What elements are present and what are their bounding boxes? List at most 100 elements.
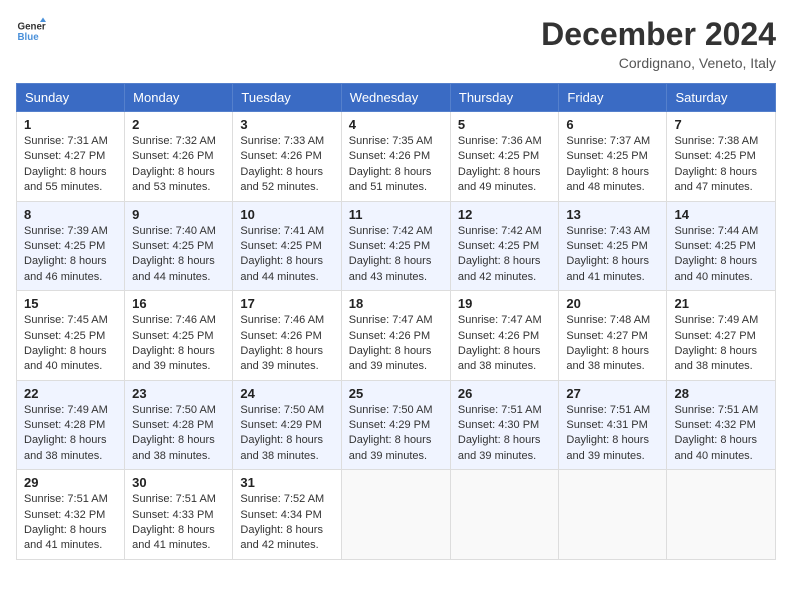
day-number: 24 (240, 386, 333, 401)
calendar-header-sunday: Sunday (17, 84, 125, 112)
calendar-cell: 27 Sunrise: 7:51 AMSunset: 4:31 PMDaylig… (559, 380, 667, 470)
day-info: Sunrise: 7:38 AMSunset: 4:25 PMDaylight:… (674, 134, 768, 196)
day-info: Sunrise: 7:39 AMSunset: 4:25 PMDaylight:… (24, 224, 117, 286)
day-info: Sunrise: 7:47 AMSunset: 4:26 PMDaylight:… (458, 313, 552, 375)
calendar-cell: 22 Sunrise: 7:49 AMSunset: 4:28 PMDaylig… (17, 380, 125, 470)
day-info: Sunrise: 7:49 AMSunset: 4:27 PMDaylight:… (674, 313, 768, 375)
day-info: Sunrise: 7:36 AMSunset: 4:25 PMDaylight:… (458, 134, 552, 196)
day-number: 31 (240, 475, 333, 490)
calendar-cell: 16 Sunrise: 7:46 AMSunset: 4:25 PMDaylig… (125, 291, 233, 381)
calendar-cell: 30 Sunrise: 7:51 AMSunset: 4:33 PMDaylig… (125, 470, 233, 560)
calendar-cell: 6 Sunrise: 7:37 AMSunset: 4:25 PMDayligh… (559, 112, 667, 202)
calendar-cell: 11 Sunrise: 7:42 AMSunset: 4:25 PMDaylig… (341, 201, 450, 291)
calendar-cell: 9 Sunrise: 7:40 AMSunset: 4:25 PMDayligh… (125, 201, 233, 291)
calendar-week-row: 8 Sunrise: 7:39 AMSunset: 4:25 PMDayligh… (17, 201, 776, 291)
calendar-cell: 7 Sunrise: 7:38 AMSunset: 4:25 PMDayligh… (667, 112, 776, 202)
day-info: Sunrise: 7:47 AMSunset: 4:26 PMDaylight:… (349, 313, 443, 375)
day-number: 7 (674, 117, 768, 132)
day-number: 17 (240, 296, 333, 311)
calendar-header-saturday: Saturday (667, 84, 776, 112)
calendar-cell: 21 Sunrise: 7:49 AMSunset: 4:27 PMDaylig… (667, 291, 776, 381)
calendar-cell: 28 Sunrise: 7:51 AMSunset: 4:32 PMDaylig… (667, 380, 776, 470)
calendar-cell: 17 Sunrise: 7:46 AMSunset: 4:26 PMDaylig… (233, 291, 341, 381)
title-block: December 2024 Cordignano, Veneto, Italy (541, 16, 776, 71)
calendar-table: SundayMondayTuesdayWednesdayThursdayFrid… (16, 83, 776, 560)
calendar-cell (667, 470, 776, 560)
day-number: 3 (240, 117, 333, 132)
day-info: Sunrise: 7:46 AMSunset: 4:26 PMDaylight:… (240, 313, 333, 375)
day-info: Sunrise: 7:42 AMSunset: 4:25 PMDaylight:… (458, 224, 552, 286)
day-number: 15 (24, 296, 117, 311)
day-number: 29 (24, 475, 117, 490)
day-info: Sunrise: 7:51 AMSunset: 4:32 PMDaylight:… (674, 403, 768, 465)
day-number: 11 (349, 207, 443, 222)
calendar-cell (450, 470, 559, 560)
calendar-header-monday: Monday (125, 84, 233, 112)
calendar-cell: 19 Sunrise: 7:47 AMSunset: 4:26 PMDaylig… (450, 291, 559, 381)
calendar-cell: 13 Sunrise: 7:43 AMSunset: 4:25 PMDaylig… (559, 201, 667, 291)
day-info: Sunrise: 7:51 AMSunset: 4:33 PMDaylight:… (132, 492, 225, 554)
calendar-cell: 25 Sunrise: 7:50 AMSunset: 4:29 PMDaylig… (341, 380, 450, 470)
day-info: Sunrise: 7:37 AMSunset: 4:25 PMDaylight:… (566, 134, 659, 196)
day-number: 30 (132, 475, 225, 490)
calendar-cell: 8 Sunrise: 7:39 AMSunset: 4:25 PMDayligh… (17, 201, 125, 291)
calendar-cell: 3 Sunrise: 7:33 AMSunset: 4:26 PMDayligh… (233, 112, 341, 202)
svg-text:Blue: Blue (18, 32, 40, 43)
calendar-cell: 29 Sunrise: 7:51 AMSunset: 4:32 PMDaylig… (17, 470, 125, 560)
day-info: Sunrise: 7:45 AMSunset: 4:25 PMDaylight:… (24, 313, 117, 375)
day-number: 14 (674, 207, 768, 222)
day-info: Sunrise: 7:52 AMSunset: 4:34 PMDaylight:… (240, 492, 333, 554)
day-number: 6 (566, 117, 659, 132)
calendar-header-friday: Friday (559, 84, 667, 112)
day-info: Sunrise: 7:31 AMSunset: 4:27 PMDaylight:… (24, 134, 117, 196)
day-number: 28 (674, 386, 768, 401)
day-info: Sunrise: 7:50 AMSunset: 4:28 PMDaylight:… (132, 403, 225, 465)
day-info: Sunrise: 7:40 AMSunset: 4:25 PMDaylight:… (132, 224, 225, 286)
day-info: Sunrise: 7:51 AMSunset: 4:31 PMDaylight:… (566, 403, 659, 465)
day-info: Sunrise: 7:48 AMSunset: 4:27 PMDaylight:… (566, 313, 659, 375)
calendar-cell (559, 470, 667, 560)
day-number: 9 (132, 207, 225, 222)
day-number: 21 (674, 296, 768, 311)
day-number: 20 (566, 296, 659, 311)
day-number: 16 (132, 296, 225, 311)
day-number: 4 (349, 117, 443, 132)
calendar-cell: 18 Sunrise: 7:47 AMSunset: 4:26 PMDaylig… (341, 291, 450, 381)
day-info: Sunrise: 7:50 AMSunset: 4:29 PMDaylight:… (240, 403, 333, 465)
day-number: 2 (132, 117, 225, 132)
day-number: 25 (349, 386, 443, 401)
day-number: 18 (349, 296, 443, 311)
day-number: 10 (240, 207, 333, 222)
calendar-cell (341, 470, 450, 560)
day-info: Sunrise: 7:44 AMSunset: 4:25 PMDaylight:… (674, 224, 768, 286)
day-number: 27 (566, 386, 659, 401)
calendar-cell: 2 Sunrise: 7:32 AMSunset: 4:26 PMDayligh… (125, 112, 233, 202)
calendar-header-thursday: Thursday (450, 84, 559, 112)
calendar-cell: 12 Sunrise: 7:42 AMSunset: 4:25 PMDaylig… (450, 201, 559, 291)
day-info: Sunrise: 7:42 AMSunset: 4:25 PMDaylight:… (349, 224, 443, 286)
day-number: 12 (458, 207, 552, 222)
calendar-cell: 14 Sunrise: 7:44 AMSunset: 4:25 PMDaylig… (667, 201, 776, 291)
calendar-cell: 15 Sunrise: 7:45 AMSunset: 4:25 PMDaylig… (17, 291, 125, 381)
calendar-cell: 5 Sunrise: 7:36 AMSunset: 4:25 PMDayligh… (450, 112, 559, 202)
calendar-cell: 24 Sunrise: 7:50 AMSunset: 4:29 PMDaylig… (233, 380, 341, 470)
day-info: Sunrise: 7:46 AMSunset: 4:25 PMDaylight:… (132, 313, 225, 375)
calendar-cell: 20 Sunrise: 7:48 AMSunset: 4:27 PMDaylig… (559, 291, 667, 381)
calendar-header-wednesday: Wednesday (341, 84, 450, 112)
calendar-cell: 1 Sunrise: 7:31 AMSunset: 4:27 PMDayligh… (17, 112, 125, 202)
day-info: Sunrise: 7:32 AMSunset: 4:26 PMDaylight:… (132, 134, 225, 196)
logo-icon: General Blue (16, 16, 46, 46)
calendar-week-row: 15 Sunrise: 7:45 AMSunset: 4:25 PMDaylig… (17, 291, 776, 381)
day-info: Sunrise: 7:33 AMSunset: 4:26 PMDaylight:… (240, 134, 333, 196)
month-title: December 2024 (541, 16, 776, 53)
calendar-header-tuesday: Tuesday (233, 84, 341, 112)
day-number: 26 (458, 386, 552, 401)
calendar-cell: 10 Sunrise: 7:41 AMSunset: 4:25 PMDaylig… (233, 201, 341, 291)
day-info: Sunrise: 7:49 AMSunset: 4:28 PMDaylight:… (24, 403, 117, 465)
day-info: Sunrise: 7:50 AMSunset: 4:29 PMDaylight:… (349, 403, 443, 465)
svg-text:General: General (18, 22, 47, 33)
day-number: 19 (458, 296, 552, 311)
day-number: 5 (458, 117, 552, 132)
calendar-cell: 4 Sunrise: 7:35 AMSunset: 4:26 PMDayligh… (341, 112, 450, 202)
day-number: 1 (24, 117, 117, 132)
